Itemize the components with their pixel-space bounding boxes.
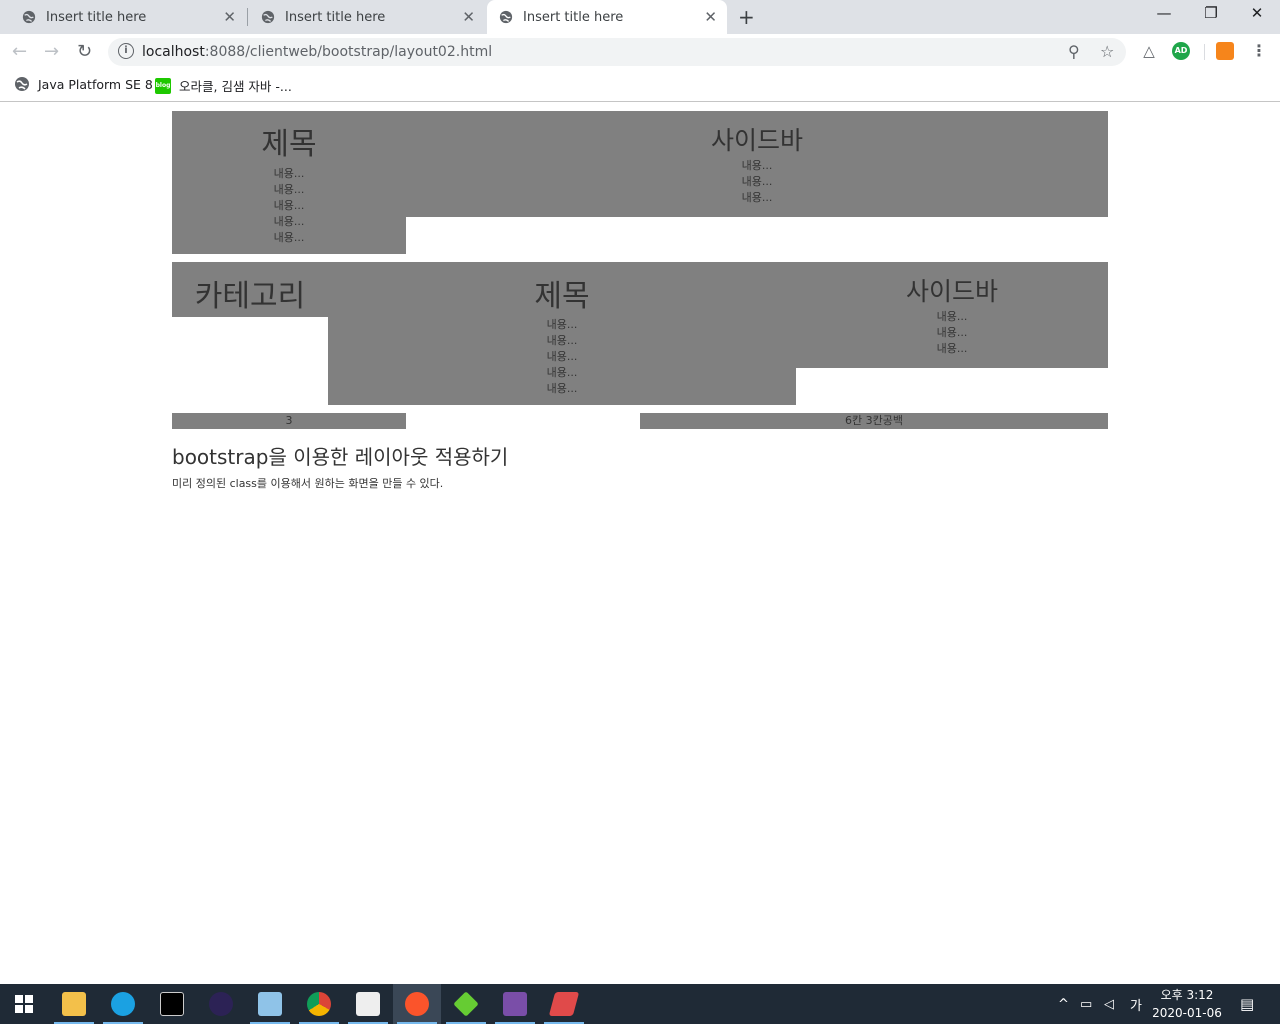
clock-date: 2020-01-06 xyxy=(1152,1006,1222,1020)
tab-title: Insert title here xyxy=(46,9,147,25)
content-line: 내용... xyxy=(273,167,305,180)
close-tab-icon[interactable]: ✕ xyxy=(462,9,475,25)
content-line: 내용... xyxy=(741,175,773,188)
close-tab-icon[interactable]: ✕ xyxy=(223,9,236,25)
terminal-icon[interactable] xyxy=(148,984,196,1024)
row2-category-heading: 카테고리 xyxy=(194,279,306,314)
row3-col-6-offset-3: 6칸 3칸공백 xyxy=(640,413,1108,429)
typora-icon[interactable] xyxy=(344,984,392,1024)
eclipse-icon[interactable] xyxy=(197,984,245,1024)
windows-logo-icon xyxy=(15,995,33,1013)
globe-icon xyxy=(22,10,36,24)
row2-title-column: 제목 내용... 내용... 내용... 내용... 내용... xyxy=(328,262,796,405)
row2-title-content: 내용... 내용... 내용... 내용... 내용... xyxy=(328,317,796,397)
game-icon[interactable] xyxy=(491,984,539,1024)
content-line: 내용... xyxy=(936,342,968,355)
sketchup-icon[interactable] xyxy=(442,984,490,1024)
browser-tab-active[interactable]: Insert title here ✕ xyxy=(487,0,727,34)
toolbar-divider xyxy=(1204,44,1205,60)
network-icon[interactable]: ▭ xyxy=(1080,984,1092,1024)
file-explorer-icon[interactable] xyxy=(50,984,98,1024)
row1-sidebar-content: 내용... 내용... 내용... xyxy=(406,158,1108,206)
content-line: 내용... xyxy=(273,199,305,212)
notification-icon[interactable]: ▤ xyxy=(1240,984,1254,1024)
tab-strip: Insert title here ✕ Insert title here ✕ … xyxy=(0,0,1280,34)
forward-arrow-icon[interactable]: → xyxy=(44,41,59,62)
content-line: 내용... xyxy=(936,310,968,323)
content-line: 내용... xyxy=(546,318,578,331)
globe-icon xyxy=(499,10,513,24)
page-description: 미리 정의된 class를 이용해서 원하는 화면을 만들 수 있다. xyxy=(172,477,444,490)
url-host: localhost xyxy=(142,44,205,60)
row1-title-column: 제목 내용... 내용... 내용... 내용... 내용... xyxy=(172,111,406,254)
info-icon[interactable]: i xyxy=(118,43,134,59)
windows-taskbar: ^ ▭ ◁ 가 ▤ xyxy=(0,984,1280,1024)
browser-tab[interactable]: Insert title here ✕ xyxy=(0,0,246,34)
browser-tab[interactable]: Insert title here ✕ xyxy=(239,0,485,34)
tray-chevron-icon[interactable]: ^ xyxy=(1058,984,1069,1024)
content-line: 내용... xyxy=(546,334,578,347)
row2-sidebar-content: 내용... 내용... 내용... xyxy=(796,309,1108,357)
content-line: 내용... xyxy=(741,191,773,204)
globe-icon xyxy=(15,77,29,91)
row3-col-3: 3 xyxy=(172,413,406,429)
tab-title: Insert title here xyxy=(523,9,624,25)
content-line: 내용... xyxy=(546,350,578,363)
chrome-icon[interactable] xyxy=(295,984,343,1024)
menu-icon[interactable]: ⋮ xyxy=(1250,42,1268,60)
window-close-icon[interactable]: ✕ xyxy=(1242,4,1272,22)
system-clock[interactable]: 오후 3:12 2020-01-06 xyxy=(1148,986,1226,1022)
row1-sidebar-column: 사이드바 내용... 내용... 내용... xyxy=(406,111,1108,217)
address-bar[interactable]: i localhost:8088/clientweb/bootstrap/lay… xyxy=(108,38,1126,66)
new-tab-button[interactable]: + xyxy=(738,5,755,29)
row2-title-heading: 제목 xyxy=(534,279,590,314)
paint-icon[interactable] xyxy=(246,984,294,1024)
start-button[interactable] xyxy=(0,984,48,1024)
row2-category-column: 카테고리 xyxy=(172,262,328,317)
row1-title-content: 내용... 내용... 내용... 내용... 내용... xyxy=(172,166,406,246)
url-path: :8088/clientweb/bootstrap/layout02.html xyxy=(204,44,493,60)
browser-toolbar: ← → ↻ i localhost:8088/clientweb/bootstr… xyxy=(0,34,1280,70)
bookmark-item[interactable]: blog 오라클, 김샘 자바 -... xyxy=(155,76,292,95)
bookmark-item[interactable]: Java Platform SE 8 xyxy=(14,76,153,92)
minimize-icon[interactable]: — xyxy=(1149,4,1179,22)
zoom-icon[interactable]: ⚲ xyxy=(1068,42,1080,61)
clock-time: 오후 3:12 xyxy=(1160,988,1214,1002)
restore-icon[interactable]: ❐ xyxy=(1196,4,1226,22)
url-text[interactable]: localhost:8088/clientweb/bootstrap/layou… xyxy=(142,44,492,60)
row2-sidebar-heading: 사이드바 xyxy=(905,277,998,306)
row1-title-heading: 제목 xyxy=(261,127,317,162)
row2-sidebar-column: 사이드바 내용... 내용... 내용... xyxy=(796,262,1108,368)
reload-icon[interactable]: ↻ xyxy=(77,41,92,62)
metamask-icon[interactable] xyxy=(1216,42,1234,60)
bookmark-label: Java Platform SE 8 xyxy=(38,76,153,92)
content-line: 내용... xyxy=(273,215,305,228)
content-line: 내용... xyxy=(936,326,968,339)
content-line: 내용... xyxy=(546,366,578,379)
page-heading: bootstrap을 이용한 레이아웃 적용하기 xyxy=(172,445,509,469)
back-arrow-icon[interactable]: ← xyxy=(12,41,27,62)
content-line: 내용... xyxy=(273,231,305,244)
internet-explorer-icon[interactable] xyxy=(99,984,147,1024)
row1-sidebar-heading: 사이드바 xyxy=(710,126,803,155)
close-tab-icon[interactable]: ✕ xyxy=(704,9,717,25)
volume-muted-icon[interactable]: ◁ xyxy=(1104,984,1114,1024)
brave-icon[interactable] xyxy=(393,984,441,1024)
content-line: 내용... xyxy=(546,382,578,395)
adguard-icon[interactable]: AD xyxy=(1172,42,1190,60)
bookmarks-bar: Java Platform SE 8 blog 오라클, 김샘 자바 -... xyxy=(0,70,1280,102)
content-line: 내용... xyxy=(741,159,773,172)
bookmark-label: 오라클, 김샘 자바 -... xyxy=(179,79,292,94)
content-line: 내용... xyxy=(273,183,305,196)
globe-icon xyxy=(261,10,275,24)
star-icon[interactable]: ☆ xyxy=(1100,42,1114,61)
ime-indicator[interactable]: 가 xyxy=(1130,984,1142,1024)
blog-icon: blog xyxy=(155,77,171,94)
tab-title: Insert title here xyxy=(285,9,386,25)
vanilla-icon[interactable] xyxy=(540,984,588,1024)
drive-icon[interactable]: △ xyxy=(1140,42,1158,60)
